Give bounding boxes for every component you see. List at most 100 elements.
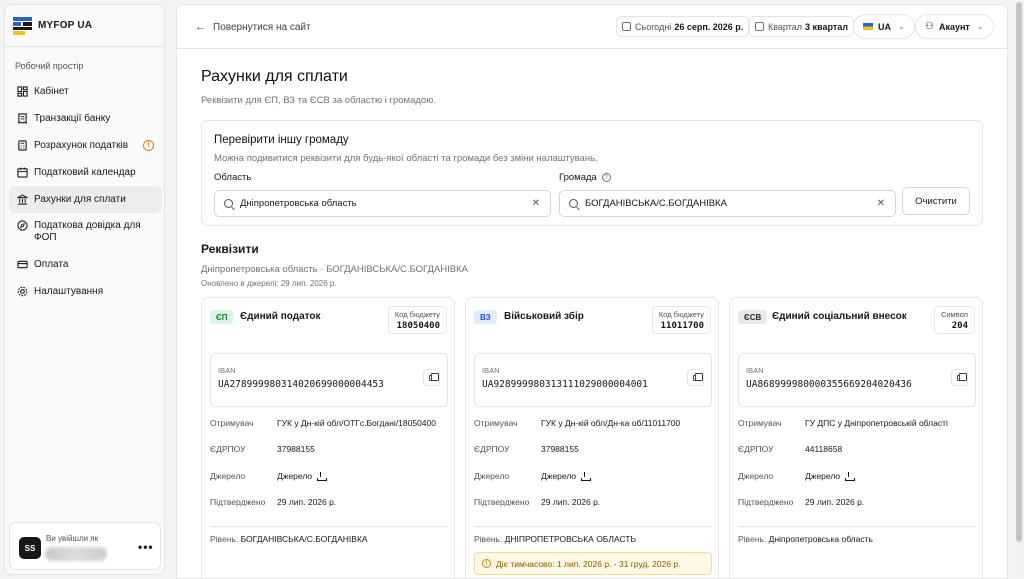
sidebar-item-payment[interactable]: Оплата: [9, 251, 162, 278]
today-value: 26 серп. 2026 р.: [674, 21, 744, 32]
community-combobox[interactable]: БОГДАНІВСЬКА/С.БОГДАНІВКА ✕: [559, 190, 896, 217]
sidebar-item-dashboard[interactable]: Кабінет: [9, 78, 162, 105]
sidebar-item-label: Транзакції банку: [34, 112, 111, 124]
confirmed-value: 29 лип. 2026 р.: [541, 497, 601, 507]
tax-type-badge: ВЗ: [474, 310, 497, 324]
warning-icon: !: [482, 559, 491, 568]
level-value: Дніпропетровська область: [768, 534, 873, 544]
user-card[interactable]: SS Ви увійшли як •••: [9, 522, 161, 570]
recipient-value: ГУК у Дн-кій обл/Дн-ка об/11011700: [541, 418, 681, 428]
iban-value: UA278999980314020699000004453: [218, 379, 384, 390]
recipient-label: Отримувач: [738, 418, 782, 428]
divider: [738, 526, 976, 527]
confirmed-label: Підтверджено: [474, 497, 530, 507]
copy-icon: [956, 372, 967, 381]
logo[interactable]: MYFOP UA: [5, 5, 164, 47]
budget-code-box: Код бюджету 18050400: [387, 306, 447, 334]
download-icon: [317, 472, 328, 481]
edrpou-value: 44118658: [805, 444, 843, 454]
community-label: Громада ?: [559, 172, 611, 183]
source-label: Джерело: [474, 471, 510, 481]
download-icon: [845, 472, 856, 481]
sidebar-item-tax-reference[interactable]: Податкова довідка для ФОП: [9, 213, 162, 251]
edrpou-label: ЄДРПОУ: [738, 444, 774, 454]
copy-iban-button[interactable]: [951, 369, 968, 386]
warning-icon: !: [143, 140, 154, 151]
copy-iban-button[interactable]: [423, 369, 440, 386]
temporary-validity-note: ! Діє тимчасово: 1 лип. 2026 р. - 31 гру…: [474, 552, 712, 575]
account-label: Акаунт: [938, 21, 970, 32]
card-title: Єдиний податок: [240, 311, 321, 322]
source-link[interactable]: Джерело: [541, 471, 592, 481]
bank-icon: [17, 194, 28, 205]
region-label-text: Область: [214, 172, 252, 183]
calculator-icon: [17, 140, 28, 151]
source-link[interactable]: Джерело: [277, 471, 328, 481]
arrow-left-icon: ←: [195, 21, 206, 33]
card-single-tax: ЄП Єдиний податок Код бюджету 18050400 I…: [201, 297, 455, 578]
recipient-label: Отримувач: [474, 418, 518, 428]
edrpou-value: 37988155: [277, 444, 315, 454]
symbol-box: Символ 204: [933, 306, 975, 334]
page-scrollbar[interactable]: [1016, 2, 1022, 574]
region-label: Область: [214, 172, 251, 183]
calendar-icon: [755, 22, 764, 31]
iban-label: IBAN: [482, 366, 500, 375]
code-value: 204: [951, 321, 968, 331]
today-label: Сьогодні: [635, 21, 672, 32]
card-icon: [17, 259, 28, 270]
confirmed-label: Підтверджено: [738, 497, 794, 507]
more-options-button[interactable]: •••: [138, 540, 154, 554]
gear-icon: [17, 286, 28, 297]
source-label: Джерело: [738, 471, 774, 481]
code-value: 18050400: [396, 321, 440, 331]
clear-region-icon[interactable]: ✕: [532, 198, 540, 209]
sidebar-item-tax-calculation[interactable]: Розрахунок податків !: [9, 132, 162, 159]
sidebar-item-label: Рахунки для сплати: [34, 193, 126, 205]
sidebar-item-label: Податкова довідка для ФОП: [34, 220, 141, 243]
level-value: БОГДАНІВСЬКА/С.БОГДАНІВКА: [240, 534, 368, 544]
recipient-value: ГУ ДПС у Дніпропетровській області: [805, 418, 948, 428]
tax-type-badge: ЄСВ: [738, 310, 768, 324]
source-link[interactable]: Джерело: [805, 471, 856, 481]
level-label: Рівень:: [738, 534, 767, 544]
sidebar-item-settings[interactable]: Налаштування: [9, 278, 162, 305]
back-to-site-link[interactable]: ← Повернутися на сайт: [195, 21, 311, 33]
requisites-location: Дніпропетровська область · БОГДАНІВСЬКА/…: [201, 264, 469, 275]
sidebar-item-payment-accounts[interactable]: Рахунки для сплати: [9, 186, 162, 213]
card-title: Єдиний соціальний внесок: [772, 311, 907, 322]
community-label-text: Громада: [559, 172, 597, 183]
confirmed-value: 29 лип. 2026 р.: [277, 497, 337, 507]
code-label: Символ: [940, 310, 968, 319]
language-value: UA: [878, 21, 891, 32]
scrollbar-thumb[interactable]: [1016, 2, 1022, 542]
sidebar-item-tax-calendar[interactable]: Податковий календар: [9, 159, 162, 186]
page-subtitle: Реквізити для ЄП, ВЗ та ЄСВ за областю і…: [201, 95, 436, 106]
language-selector[interactable]: UA ⌄: [853, 14, 915, 39]
today-date-chip: Сьогодні 26 серп. 2026 р.: [616, 16, 750, 37]
sidebar-item-label: Налаштування: [34, 285, 104, 297]
help-icon[interactable]: ?: [601, 173, 611, 182]
clear-community-icon[interactable]: ✕: [877, 198, 885, 209]
clear-button[interactable]: Очистити: [902, 187, 970, 215]
level-row: Рівень: Дніпропетровська область: [738, 534, 873, 544]
compass-icon: [17, 220, 28, 231]
account-menu[interactable]: ⚇ Акаунт ⌄: [915, 14, 994, 39]
sidebar-item-bank-transactions[interactable]: Транзакції банку: [9, 105, 162, 132]
card-title: Військовий збір: [504, 311, 584, 322]
region-combobox[interactable]: Дніпропетровська область ✕: [214, 190, 551, 217]
confirmed-value: 29 лип. 2026 р.: [805, 497, 865, 507]
copy-icon: [692, 372, 703, 381]
requisites-title: Реквізити: [201, 242, 259, 256]
divider: [210, 526, 448, 527]
receipt-icon: [17, 113, 28, 124]
check-subtitle: Можна подивитися реквізити для будь-якої…: [214, 153, 598, 164]
avatar: SS: [19, 537, 41, 559]
iban-box: IBAN UA928999980313111029000004001: [474, 353, 712, 407]
app-name: MYFOP UA: [38, 20, 93, 31]
source-link-text: Джерело: [277, 471, 313, 481]
sidebar-nav: Кабінет Транзакції банку Розрахунок пода…: [9, 78, 162, 305]
copy-iban-button[interactable]: [687, 369, 704, 386]
level-row: Рівень: БОГДАНІВСЬКА/С.БОГДАНІВКА: [210, 534, 368, 544]
community-value: БОГДАНІВСЬКА/С.БОГДАНІВКА: [585, 198, 727, 209]
